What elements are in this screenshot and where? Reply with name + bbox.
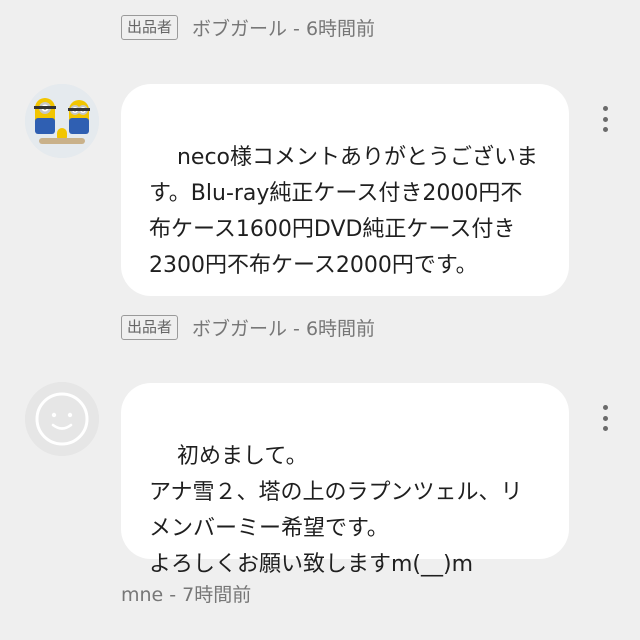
comment-bubble: 初めまして。 アナ雪２、塔の上のラプンツェル、リメンバーミー希望です。 よろしく…	[121, 383, 569, 577]
avatar[interactable]	[25, 382, 99, 456]
avatar[interactable]	[25, 84, 99, 158]
more-vert-icon[interactable]	[596, 405, 614, 431]
comment-thread: 出品者 ボブガール - 6時間前 neco様コメントありがとうございます。Blu…	[0, 0, 640, 640]
comment-meta: 出品者 ボブガール - 6時間前	[121, 14, 375, 41]
seller-badge: 出品者	[121, 15, 179, 40]
default-smiley-avatar	[25, 382, 99, 456]
comment-author-time: mne - 7時間前	[121, 584, 252, 606]
comment-author-time: ボブガール - 6時間前	[192, 318, 376, 340]
comment-text: neco様コメントありがとうございます。Blu-ray純正ケース付き2000円不…	[149, 145, 539, 278]
comment-meta: 出品者 ボブガール - 6時間前	[121, 314, 375, 341]
minion-photo-avatar	[25, 84, 99, 158]
more-vert-icon[interactable]	[596, 106, 614, 132]
comment-text: 初めまして。 アナ雪２、塔の上のラプンツェル、リメンバーミー希望です。 よろしく…	[149, 444, 523, 577]
seller-badge: 出品者	[121, 315, 179, 340]
comment-bubble: neco様コメントありがとうございます。Blu-ray純正ケース付き2000円不…	[121, 84, 569, 296]
comment-author-time: ボブガール - 6時間前	[192, 18, 376, 40]
